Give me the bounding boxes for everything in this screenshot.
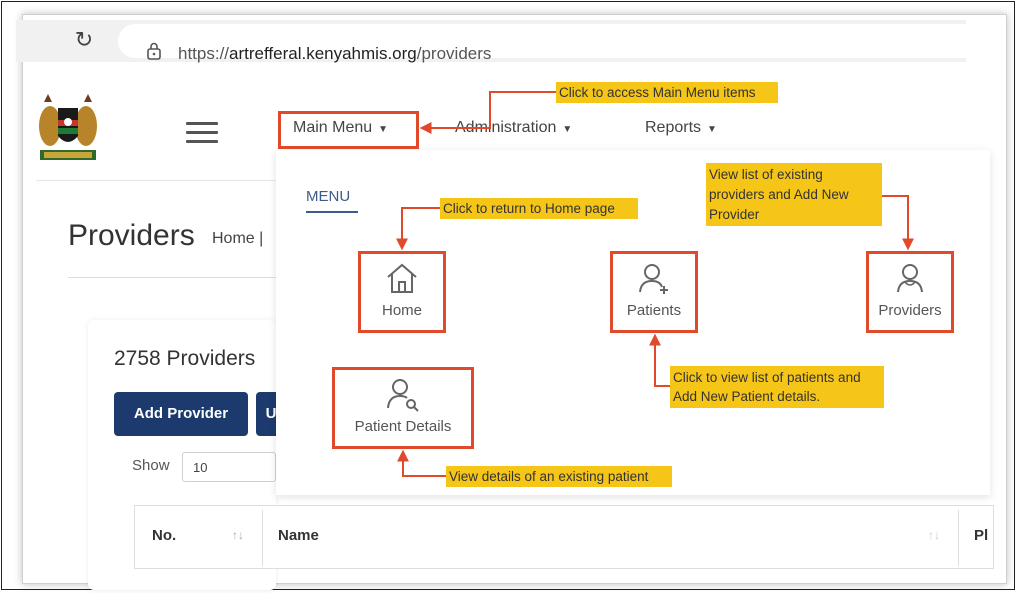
arrow-home bbox=[396, 207, 440, 251]
arrow-patient-details bbox=[397, 449, 446, 477]
arrow-providers bbox=[882, 195, 914, 251]
callout-patients: Click to view list of patients and Add N… bbox=[670, 366, 884, 408]
callout-home: Click to return to Home page bbox=[440, 198, 638, 219]
arrow-main-menu bbox=[419, 91, 556, 134]
callout-patient-details: View details of an existing patient bbox=[446, 466, 672, 487]
callout-providers: View list of existing providers and Add … bbox=[706, 163, 882, 226]
annotation-arrows bbox=[396, 91, 914, 477]
callout-main-menu: Click to access Main Menu items bbox=[556, 82, 778, 103]
arrow-patients bbox=[649, 333, 670, 387]
